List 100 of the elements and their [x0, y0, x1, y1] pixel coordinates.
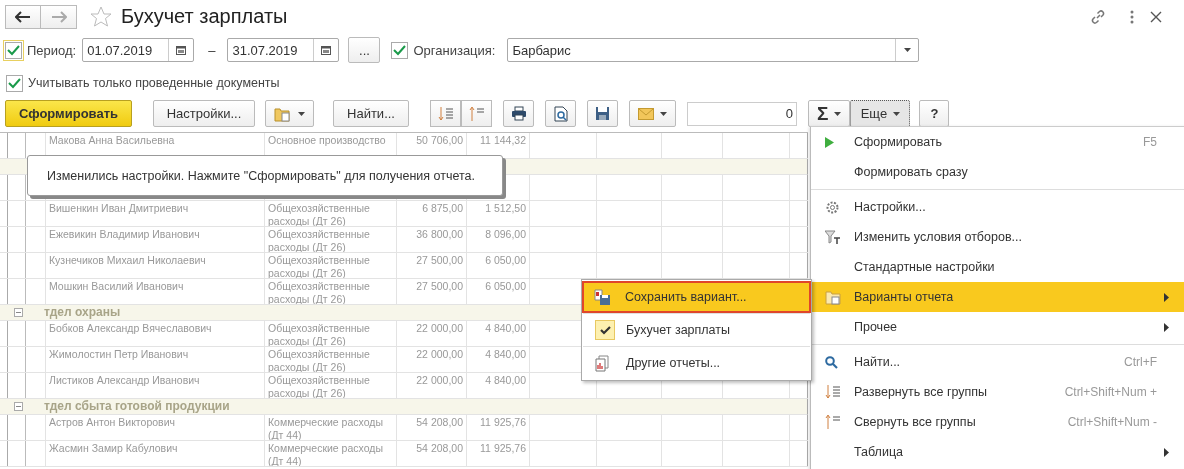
group-name: тдел охраны [44, 305, 121, 320]
collapse-icon[interactable] [14, 402, 23, 411]
dropdown-icon[interactable] [904, 48, 911, 52]
table-cell: 36 800,00 [397, 227, 467, 252]
menu-item[interactable]: Развернуть все группы Ctrl+Shift+Num + [811, 377, 1169, 407]
back-arrow-icon [15, 10, 31, 23]
organization-field[interactable]: Барбарис [507, 38, 920, 62]
help-button[interactable]: ? [919, 100, 950, 127]
posted-only-checkbox[interactable] [6, 74, 23, 92]
table-cell: Кузнечиков Михаил Николаевич [45, 253, 265, 278]
reports-icon [595, 354, 612, 372]
period-select-button[interactable]: ... [348, 37, 381, 63]
counter-field[interactable]: 0 [687, 101, 797, 126]
posted-only-label: Учитывать только проведенные документы [28, 76, 280, 90]
envelope-icon [638, 107, 654, 120]
menu-item[interactable]: Настройки... [811, 192, 1169, 222]
expand-icon [825, 384, 841, 400]
date-to-field[interactable]: 31.07.2019 [227, 38, 340, 62]
table-cell: 1 512,50 [467, 201, 530, 226]
table-cell: Бобков Александр Вячеславович [45, 321, 265, 346]
notice-popup: Изменились настройки. Нажмите "Сформировать" для получения отчета. [27, 155, 503, 196]
caret-icon [298, 111, 305, 116]
dash-separator: – [208, 42, 216, 58]
menu-item[interactable]: Найти... Ctrl+F [811, 347, 1169, 377]
settings-button[interactable]: Настройки... [153, 100, 255, 127]
menu-item[interactable]: Сформировать F5 [811, 127, 1169, 157]
link-icon[interactable] [1090, 8, 1106, 25]
period-checkbox[interactable] [5, 41, 22, 59]
table-cell: 6 875,00 [397, 201, 467, 226]
calendar-icon[interactable] [321, 45, 332, 55]
forward-arrow-icon [50, 10, 67, 23]
table-cell: Жасмин Замир Кабулович [45, 441, 265, 466]
table-cell: Мошкин Василий Иванович [45, 279, 265, 304]
organization-checkbox[interactable] [391, 41, 409, 59]
organization-label: Организация: [413, 42, 496, 58]
menu-item[interactable]: Изменить условия отборов... [811, 222, 1169, 252]
folder-icon [825, 289, 841, 305]
preview-button[interactable] [545, 100, 576, 127]
date-from-field[interactable]: 01.07.2019 [82, 38, 195, 62]
table-cell: 6 050,00 [467, 279, 530, 304]
print-button[interactable] [503, 100, 534, 127]
find-button[interactable]: Найти... [333, 100, 409, 127]
filter-icon [825, 230, 841, 244]
submenu-arrow-icon [1164, 292, 1169, 302]
table-cell: Вишенкин Иван Дмитриевич [45, 201, 265, 226]
table-cell: Астров Антон Викторович [45, 415, 265, 440]
menu-item[interactable]: Бухучет зарплаты [583, 313, 810, 346]
menu-item[interactable]: Таблица [811, 437, 1169, 467]
calendar-icon[interactable] [176, 45, 187, 55]
table-cell: Листиков Александр Иванович [45, 373, 265, 398]
expand-icon [437, 105, 454, 122]
table-cell: Ежевикин Владимир Иванович [45, 227, 265, 252]
table-cell: 8 096,00 [467, 227, 530, 252]
menu-item[interactable]: Стандартные настройки [811, 252, 1169, 282]
table-cell: Жимолостин Петр Иванович [45, 347, 265, 372]
search-icon [825, 355, 838, 369]
caret-icon [834, 111, 842, 116]
folder-icon [274, 105, 292, 122]
menu-item[interactable]: Прочее [811, 312, 1169, 342]
table-cell: 6 050,00 [467, 253, 530, 278]
settings-icon [825, 199, 840, 215]
submenu-arrow-icon [1164, 322, 1169, 332]
collapse-groups-button[interactable] [461, 100, 492, 127]
group-name: тдел сбыта готовой продукции [44, 399, 230, 414]
caret-icon [660, 111, 667, 116]
table-cell: 4 840,00 [467, 373, 530, 398]
caret-icon [893, 111, 901, 116]
menu-item[interactable]: Свернуть все группы Ctrl+Shift+Num - [811, 407, 1169, 437]
sum-button[interactable]: Σ [808, 100, 851, 127]
table-cell: 22 000,00 [397, 347, 467, 372]
menu-item[interactable]: Формировать сразу [811, 157, 1169, 187]
table-cell: 4 840,00 [467, 347, 530, 372]
table-cell: 22 000,00 [397, 373, 467, 398]
table-cell: 54 208,00 [397, 415, 467, 440]
generate-button[interactable]: Сформировать [5, 100, 132, 127]
close-icon[interactable] [1150, 10, 1162, 23]
menu-item[interactable]: Сохранить вариант... [582, 281, 811, 313]
period-label: Период: [27, 42, 77, 58]
menu-item[interactable]: Варианты отчета [811, 282, 1184, 312]
submenu-arrow-icon [1164, 447, 1169, 457]
table-cell: 11 925,76 [467, 441, 530, 466]
table-cell: 4 840,00 [467, 321, 530, 346]
expand-groups-button[interactable] [430, 100, 461, 127]
menu-item[interactable]: Другие отчеты... [583, 346, 810, 379]
collapse-icon [825, 414, 841, 430]
table-cell: 27 500,00 [397, 279, 467, 304]
table-cell: 54 208,00 [397, 441, 467, 466]
table-cell: 11 925,76 [467, 415, 530, 440]
save-button[interactable] [587, 100, 618, 127]
back-button[interactable] [5, 4, 41, 29]
printer-icon [510, 106, 527, 121]
send-email-button[interactable] [629, 100, 676, 127]
collapse-icon [468, 105, 485, 122]
preview-icon [553, 105, 568, 122]
table-cell: 27 500,00 [397, 253, 467, 278]
more-button[interactable]: Еще [850, 100, 911, 127]
report-variants-button[interactable] [265, 100, 314, 127]
star-icon[interactable] [89, 4, 113, 29]
collapse-icon[interactable] [14, 308, 23, 317]
more-icon[interactable] [1130, 9, 1134, 24]
